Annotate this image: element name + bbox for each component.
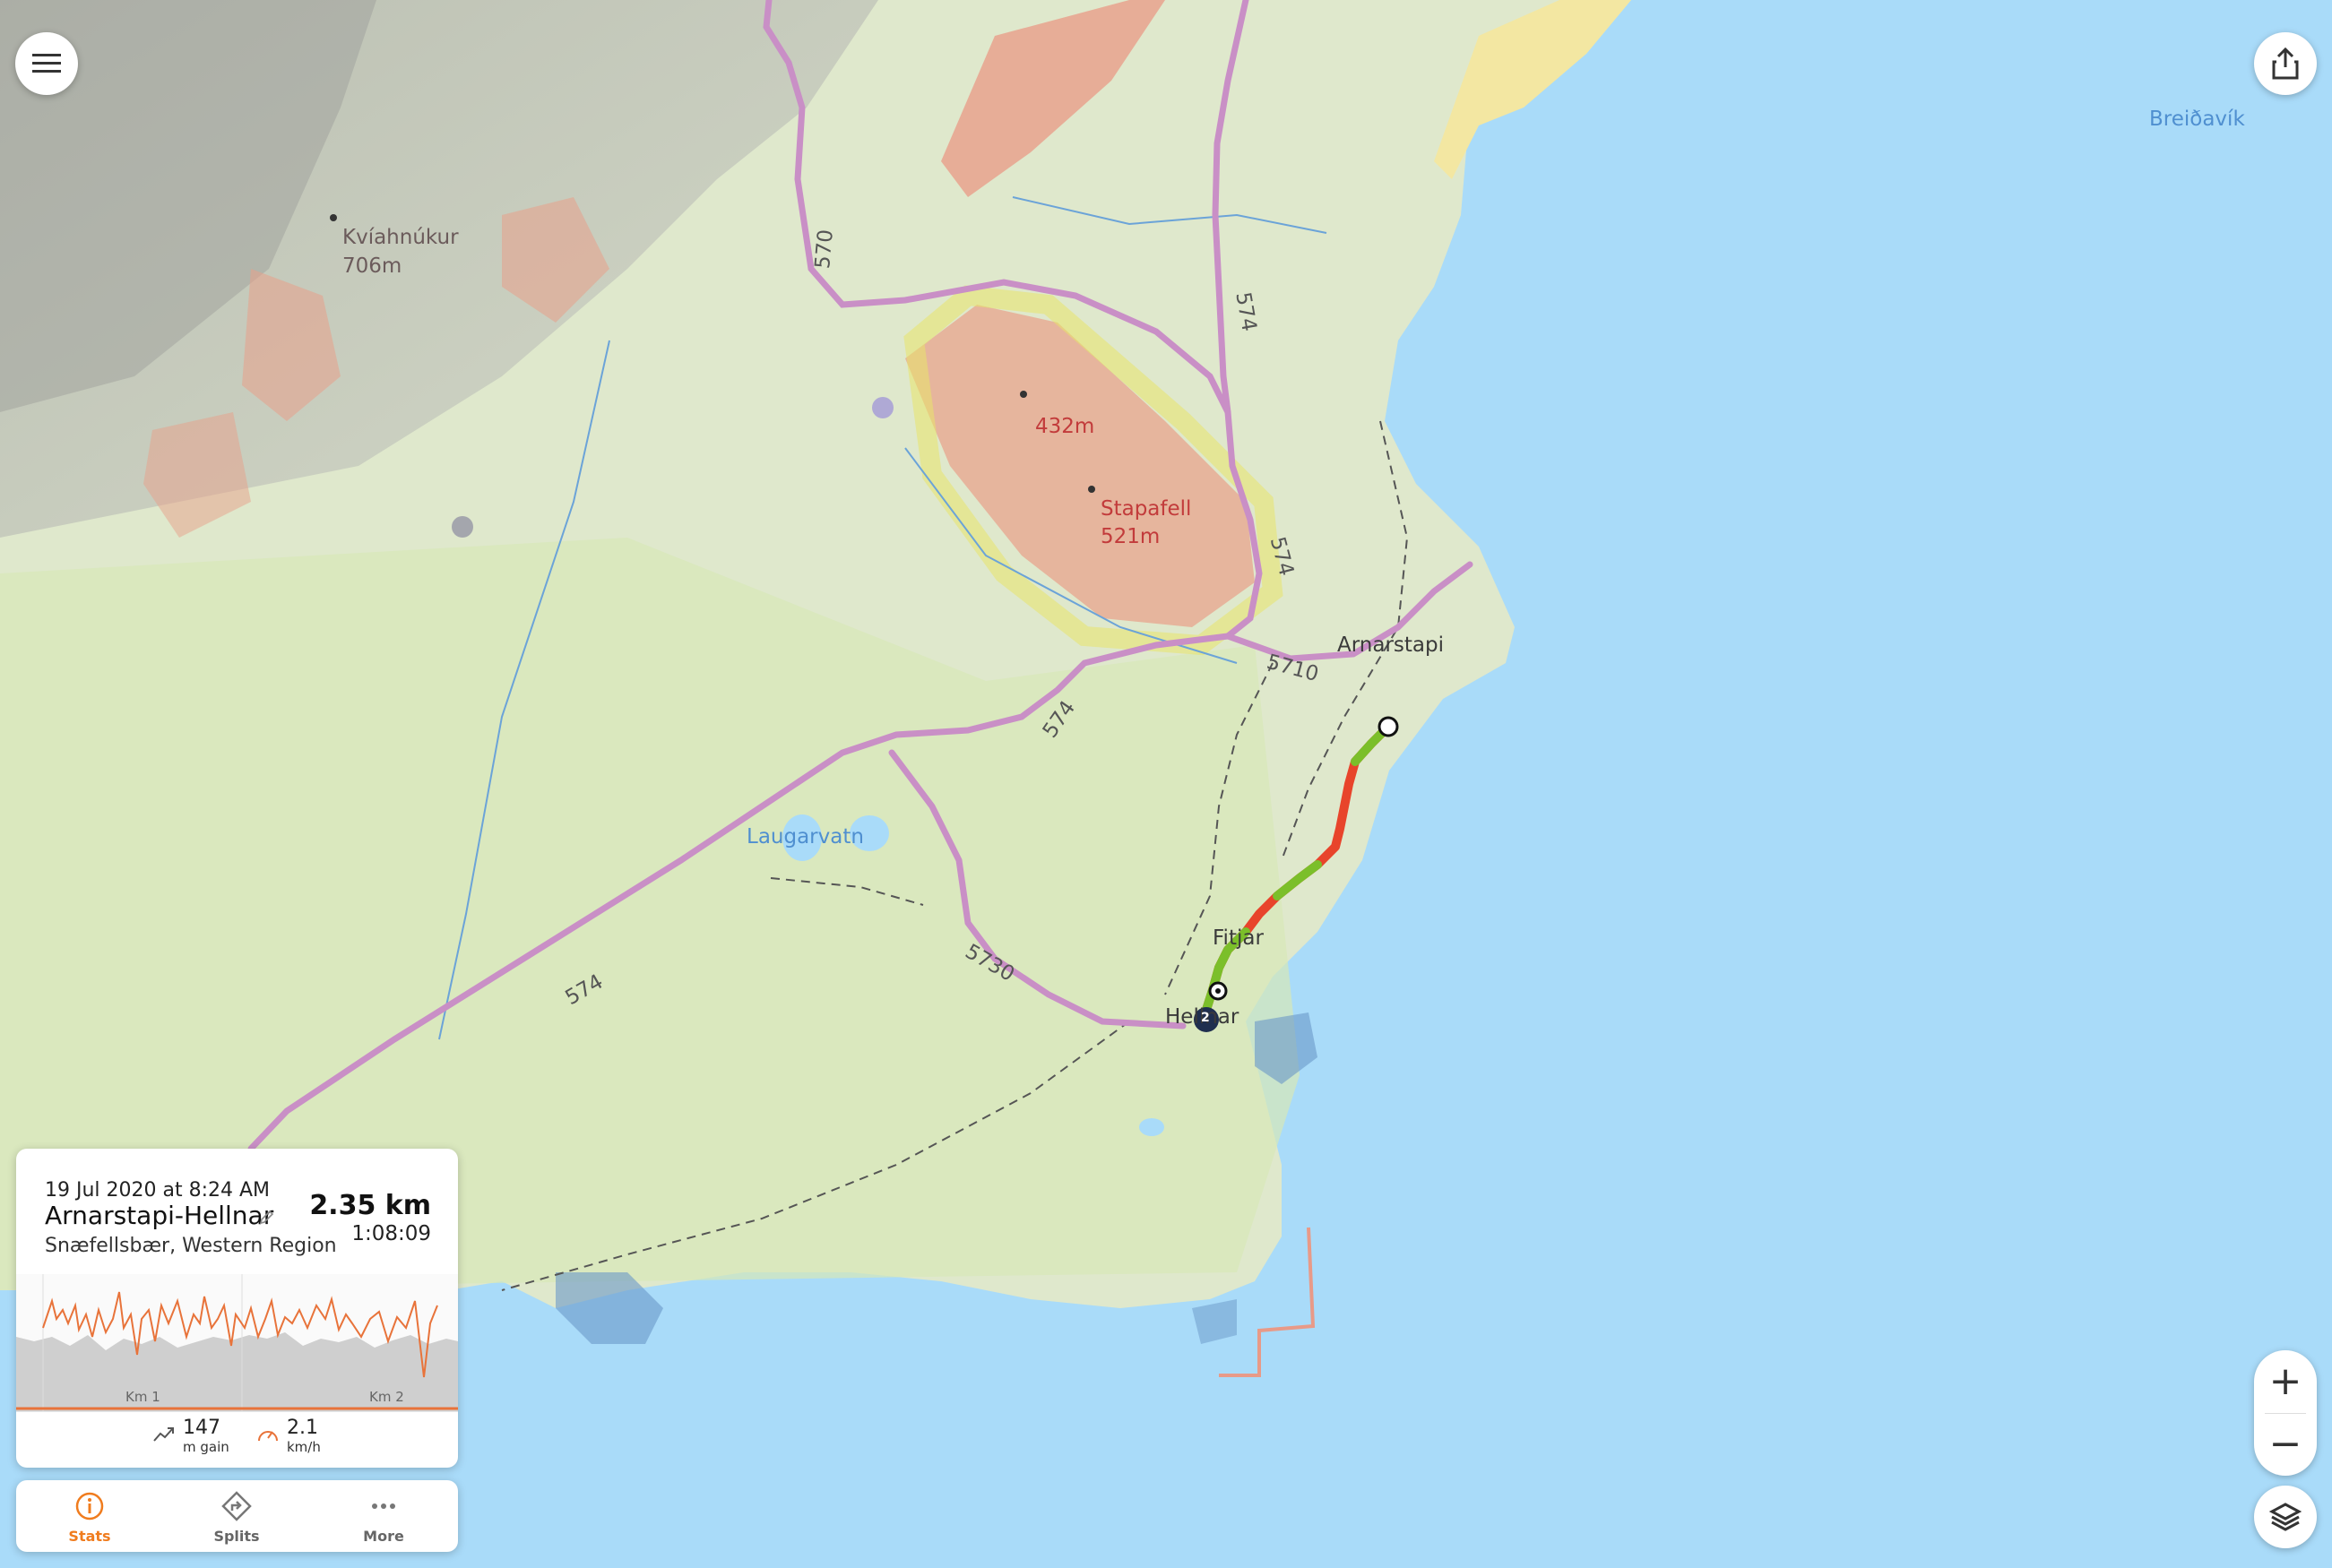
- speed-value: 2.1: [287, 1417, 318, 1439]
- tab-more[interactable]: More: [310, 1480, 457, 1552]
- info-icon: [75, 1492, 104, 1521]
- zoom-divider: [2265, 1413, 2306, 1414]
- pencil-icon[interactable]: [258, 1210, 274, 1226]
- label-fitjar: Fitjar: [1213, 926, 1264, 950]
- layers-icon: [2269, 1503, 2302, 1531]
- activity-region: Snæfellsbær, Western Region: [45, 1235, 337, 1257]
- menu-icon: [32, 54, 61, 73]
- splits-icon: [221, 1491, 252, 1521]
- activity-date: 19 Jul 2020 at 8:24 AM: [45, 1179, 271, 1202]
- activity-summary-card[interactable]: 19 Jul 2020 at 8:24 AM Arnarstapi-Hellna…: [16, 1149, 458, 1468]
- waypoint-marker-label: 2: [1201, 1011, 1210, 1025]
- zoom-in-button[interactable]: +: [2254, 1350, 2317, 1413]
- elevation-gain-value: 147: [183, 1417, 220, 1439]
- label-kviahnukur: Kvíahnúkur: [342, 226, 459, 249]
- activity-duration: 1:08:09: [351, 1222, 431, 1245]
- activity-stats-row: 147 m gain 2.1 km/h: [16, 1411, 458, 1468]
- tab-more-label: More: [363, 1528, 404, 1545]
- elevation-gain-unit: m gain: [183, 1439, 229, 1455]
- km-label-2: Km 2: [369, 1389, 404, 1405]
- zoom-out-button[interactable]: −: [2254, 1413, 2317, 1476]
- road-label-570: 570: [811, 228, 838, 271]
- trending-up-icon: [153, 1427, 174, 1442]
- speedometer-icon: [258, 1431, 278, 1442]
- tab-stats[interactable]: Stats: [16, 1480, 163, 1552]
- elevation-speed-chart[interactable]: Km 1 Km 2: [16, 1274, 458, 1411]
- tab-splits[interactable]: Splits: [163, 1480, 310, 1552]
- km-label-1: Km 1: [125, 1389, 160, 1405]
- label-stapafell-elevation: 521m: [1101, 525, 1161, 548]
- tab-stats-label: Stats: [68, 1528, 111, 1545]
- label-kviahnukur-elevation: 706m: [342, 254, 402, 278]
- share-button[interactable]: [2254, 32, 2317, 95]
- zoom-control: + −: [2254, 1350, 2317, 1476]
- label-laugarvatn: Laugarvatn: [747, 825, 864, 849]
- speed-unit: km/h: [287, 1439, 321, 1455]
- tab-splits-label: Splits: [213, 1528, 260, 1545]
- label-arnarstapi: Arnarstapi: [1337, 633, 1444, 657]
- route-start-marker: [1378, 716, 1399, 737]
- activity-title: Arnarstapi-Hellnar: [45, 1201, 274, 1230]
- more-icon: [372, 1503, 395, 1509]
- elevation-gain-stat: 147 m gain: [152, 1417, 229, 1455]
- label-peak-432: 432m: [1035, 415, 1095, 438]
- label-stapafell: Stapafell: [1101, 497, 1192, 521]
- menu-button[interactable]: [15, 32, 78, 95]
- label-breidavik: Breiðavík: [2149, 108, 2245, 131]
- share-icon: [2272, 47, 2299, 80]
- speed-stat: 2.1 km/h: [256, 1417, 321, 1455]
- bottom-tab-bar: Stats Splits More: [16, 1480, 458, 1552]
- activity-distance: 2.35 km: [309, 1190, 431, 1221]
- layers-button[interactable]: [2254, 1486, 2317, 1548]
